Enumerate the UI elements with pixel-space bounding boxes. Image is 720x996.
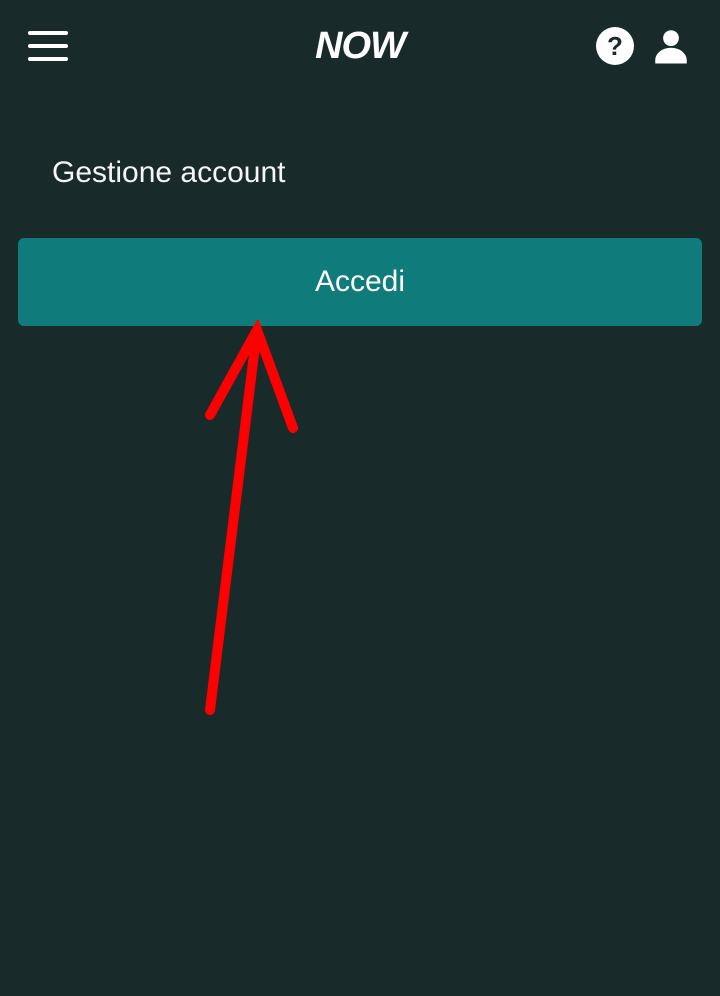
brand-logo: NOW bbox=[315, 25, 405, 68]
header: NOW ? bbox=[0, 0, 720, 92]
hamburger-menu-icon[interactable] bbox=[28, 31, 68, 61]
page-title: Gestione account bbox=[0, 92, 720, 190]
login-button[interactable]: Accedi bbox=[18, 238, 702, 326]
annotation-arrow bbox=[195, 320, 315, 720]
user-icon[interactable] bbox=[650, 25, 692, 67]
help-icon[interactable]: ? bbox=[596, 27, 634, 65]
header-actions: ? bbox=[596, 25, 692, 67]
